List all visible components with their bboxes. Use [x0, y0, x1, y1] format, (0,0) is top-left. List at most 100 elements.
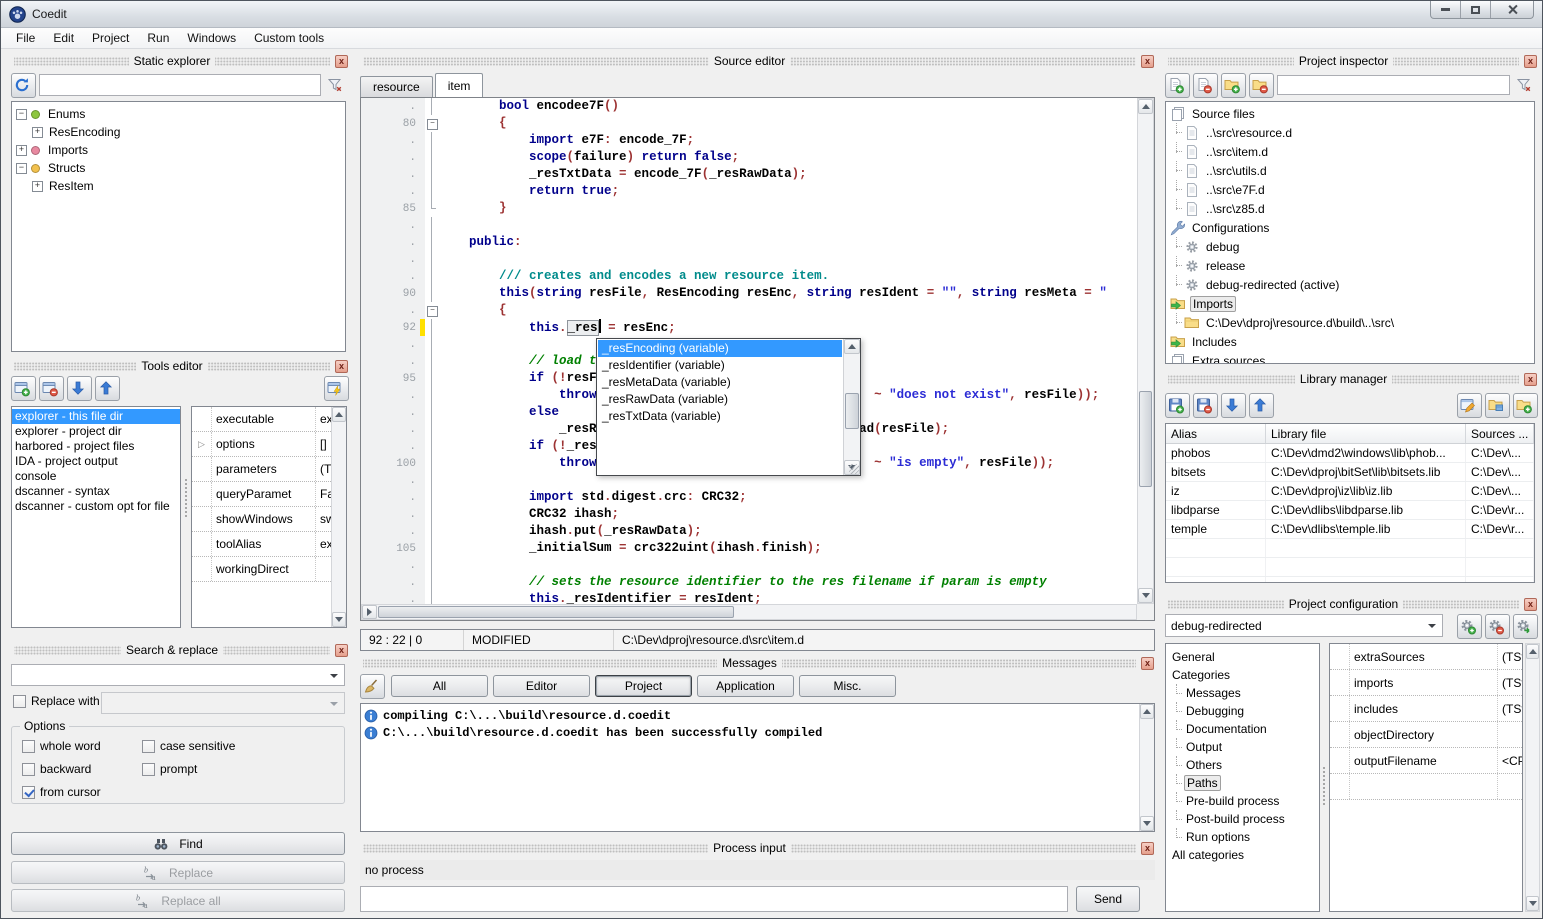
resize-grip[interactable] — [849, 464, 859, 474]
code-line[interactable]: // sets the resource identifier to the r… — [439, 574, 1137, 591]
category-item[interactable]: Paths — [1166, 774, 1319, 792]
code-line[interactable]: } — [439, 200, 1137, 217]
table-row[interactable]: bitsetsC:\Dev\dproj\bitSet\lib\bitsets.l… — [1166, 463, 1534, 482]
property-value[interactable]: (TStringL — [1498, 702, 1522, 716]
completion-item[interactable]: _resEncoding (variable) — [598, 340, 842, 357]
code-line[interactable]: import e7F: encode_7F; — [439, 132, 1137, 149]
property-row[interactable]: extraSources(TStringL — [1330, 644, 1522, 670]
list-item[interactable]: explorer - this file dir — [12, 409, 180, 424]
category-item[interactable]: Post-build process — [1166, 810, 1319, 828]
library-from-project-button[interactable] — [1485, 393, 1510, 418]
remove-configuration-button[interactable] — [1485, 614, 1510, 639]
backward-checkbox[interactable] — [22, 763, 35, 776]
tree-item[interactable]: Includes — [1166, 332, 1534, 351]
execute-tool-button[interactable] — [324, 376, 349, 401]
completion-item[interactable]: _resMetaData (variable) — [598, 374, 842, 391]
category-item[interactable]: Messages — [1166, 684, 1319, 702]
property-row[interactable]: outputFilename<CPP>..\ — [1330, 748, 1522, 774]
remove-tool-button[interactable] — [39, 376, 64, 401]
code-line[interactable]: this._res = resEnc; — [439, 319, 1137, 336]
table-row[interactable] — [1166, 577, 1534, 583]
tree-item[interactable]: +ResItem — [12, 177, 345, 195]
code-line[interactable]: _resTxtData = encode_7F(_resRawData); — [439, 166, 1137, 183]
move-tool-up-button[interactable] — [95, 376, 120, 401]
code-line[interactable]: this._resIdentifier = resIdent; — [439, 591, 1137, 604]
code-line[interactable]: public: — [439, 234, 1137, 251]
expand-toggle[interactable]: + — [32, 181, 43, 192]
list-item[interactable]: dscanner - syntax — [12, 484, 180, 499]
expand-toggle[interactable]: − — [16, 163, 27, 174]
property-row[interactable]: includes(TStringL — [1330, 696, 1522, 722]
filter-button-all[interactable]: All — [391, 675, 488, 697]
menu-item-project[interactable]: Project — [83, 29, 138, 47]
find-button[interactable]: Find — [11, 832, 345, 855]
tree-item[interactable]: +Imports — [12, 141, 345, 159]
table-row[interactable] — [1166, 539, 1534, 558]
panel-close-button[interactable]: x — [335, 644, 348, 657]
remove-library-button[interactable] — [1193, 393, 1218, 418]
clear-messages-button[interactable] — [360, 674, 385, 699]
panel-close-button[interactable]: x — [1141, 842, 1154, 855]
expand-toggle[interactable]: − — [16, 109, 27, 120]
search-term-combobox[interactable] — [11, 664, 345, 686]
list-item[interactable]: explorer - project dir — [12, 424, 180, 439]
code-line[interactable]: { — [439, 302, 1137, 319]
list-item[interactable]: dscanner - custom opt for file — [12, 499, 180, 514]
splitter-grip[interactable] — [184, 478, 189, 518]
clone-configuration-button[interactable] — [1513, 614, 1538, 639]
message-line[interactable]: C:\...\build\resource.d.coedit has been … — [361, 724, 1139, 741]
code-line[interactable]: scope(failure) return false; — [439, 149, 1137, 166]
tree-item[interactable]: Source files — [1166, 104, 1534, 123]
move-library-up-button[interactable] — [1249, 393, 1274, 418]
replace-all-button[interactable]: ba Replace all — [11, 889, 345, 912]
panel-close-button[interactable]: x — [1141, 657, 1154, 670]
tree-item[interactable]: debug-redirected (active) — [1166, 275, 1534, 294]
messages-scrollbar[interactable] — [1139, 704, 1154, 831]
completion-item[interactable]: _resRawData (variable) — [598, 391, 842, 408]
filter-button-misc[interactable]: Misc. — [799, 675, 896, 697]
editor-vertical-scrollbar[interactable] — [1137, 98, 1154, 604]
list-item[interactable]: harbored - project files — [12, 439, 180, 454]
property-row[interactable]: parameters(TStringL — [192, 457, 331, 482]
property-value[interactable]: <CPP>..\ — [1498, 754, 1522, 768]
menu-item-edit[interactable]: Edit — [44, 29, 83, 47]
tree-item[interactable]: ..\src\utils.d — [1166, 161, 1534, 180]
table-row[interactable]: libdparseC:\Dev\dlibs\libdparse.libC:\De… — [1166, 501, 1534, 520]
list-item[interactable]: console — [12, 469, 180, 484]
category-item[interactable]: Debugging — [1166, 702, 1319, 720]
title-bar[interactable]: Coedit — [1, 1, 1542, 28]
panel-close-button[interactable]: x — [1524, 55, 1537, 68]
send-button[interactable]: Send — [1076, 886, 1140, 912]
list-item[interactable]: IDA - project output — [12, 454, 180, 469]
property-row[interactable]: objectDirectory — [1330, 722, 1522, 748]
property-row[interactable]: workingDirect — [192, 557, 331, 582]
code-line[interactable]: return true; — [439, 183, 1137, 200]
tree-item[interactable]: +ResEncoding — [12, 123, 345, 141]
code-editor[interactable]: .80....85....90.92..95....100....105... … — [360, 97, 1155, 621]
from-cursor-checkbox[interactable] — [22, 786, 35, 799]
property-value[interactable]: False — [316, 487, 331, 501]
table-row[interactable]: izC:\Dev\dproj\iz\lib\iz.libC:\Dev\... — [1166, 482, 1534, 501]
symbol-filter-input[interactable] — [39, 74, 321, 96]
close-button[interactable] — [1491, 1, 1533, 18]
code-line[interactable]: /// creates and encodes a new resource i… — [439, 268, 1137, 285]
panel-close-button[interactable]: x — [1141, 55, 1154, 68]
tree-item[interactable]: ..\src\resource.d — [1166, 123, 1534, 142]
add-library-button[interactable] — [1165, 393, 1190, 418]
category-item[interactable]: General — [1166, 648, 1319, 666]
category-item[interactable]: Others — [1166, 756, 1319, 774]
tree-item[interactable]: release — [1166, 256, 1534, 275]
tree-item[interactable]: Imports — [1166, 294, 1534, 313]
process-input-field[interactable] — [360, 886, 1068, 912]
splitter-grip[interactable] — [1322, 766, 1327, 806]
expand-arrow-icon[interactable]: ▷ — [192, 432, 212, 456]
configuration-combobox[interactable]: debug-redirected — [1165, 614, 1443, 637]
property-value[interactable]: (TStringL — [1498, 650, 1522, 664]
tree-item[interactable]: ..\src\z85.d — [1166, 199, 1534, 218]
category-item[interactable]: Categories — [1166, 666, 1319, 684]
panel-close-button[interactable]: x — [335, 360, 348, 373]
move-library-down-button[interactable] — [1221, 393, 1246, 418]
edit-library-button[interactable] — [1457, 393, 1482, 418]
whole-word-checkbox[interactable] — [22, 740, 35, 753]
category-item[interactable]: Pre-build process — [1166, 792, 1319, 810]
